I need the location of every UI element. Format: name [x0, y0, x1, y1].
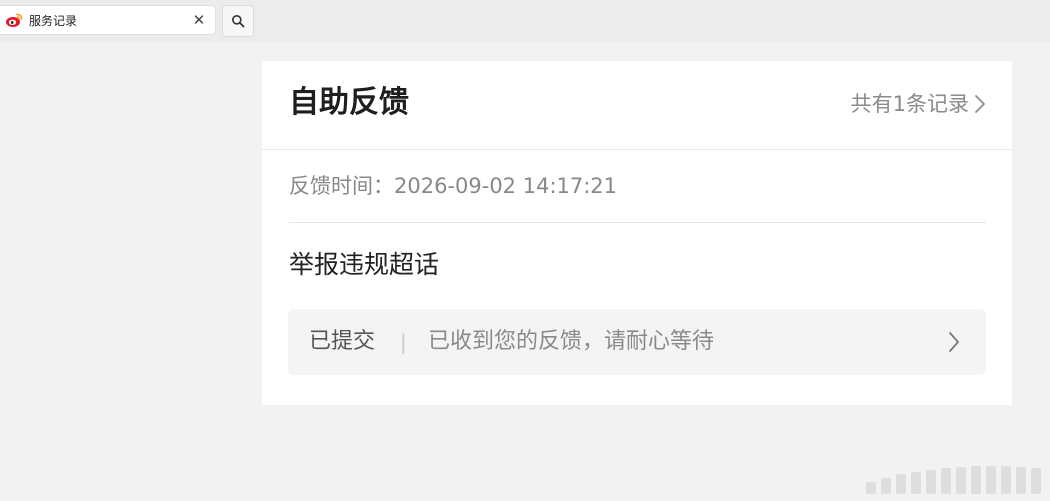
- tab-title: 服务记录: [29, 13, 78, 28]
- browser-tab-bar: 服务记录 ✕: [0, 0, 1050, 42]
- feedback-card: 自助反馈 共有1条记录 反馈时间：2026-09-02 14:17:21 举报违…: [262, 61, 1012, 405]
- status-label: 已提交: [309, 329, 376, 354]
- chevron-right-icon: [975, 95, 985, 113]
- close-icon[interactable]: ✕: [191, 12, 207, 28]
- weibo-icon: [6, 13, 23, 27]
- records-link-label: 共有1条记录: [850, 92, 969, 116]
- feedback-item-title: 举报违规超话: [289, 250, 440, 279]
- card-header: 自助反馈 共有1条记录: [262, 61, 1012, 150]
- search-icon: [232, 15, 245, 28]
- status-separator: |: [400, 330, 407, 354]
- page-title: 自助反馈: [289, 85, 409, 120]
- records-link[interactable]: 共有1条记录: [851, 89, 986, 119]
- status-row[interactable]: 已提交 | 已收到您的反馈，请耐心等待: [288, 309, 986, 375]
- browser-tab[interactable]: 服务记录 ✕: [0, 5, 216, 35]
- tab-search-button[interactable]: [222, 5, 254, 37]
- divider: [289, 222, 986, 223]
- feedback-time: 反馈时间：2026-09-02 14:17:21: [289, 174, 618, 198]
- decorative-bars: [866, 462, 1044, 494]
- status-message: 已收到您的反馈，请耐心等待: [428, 329, 715, 354]
- chevron-right-icon: [949, 332, 959, 352]
